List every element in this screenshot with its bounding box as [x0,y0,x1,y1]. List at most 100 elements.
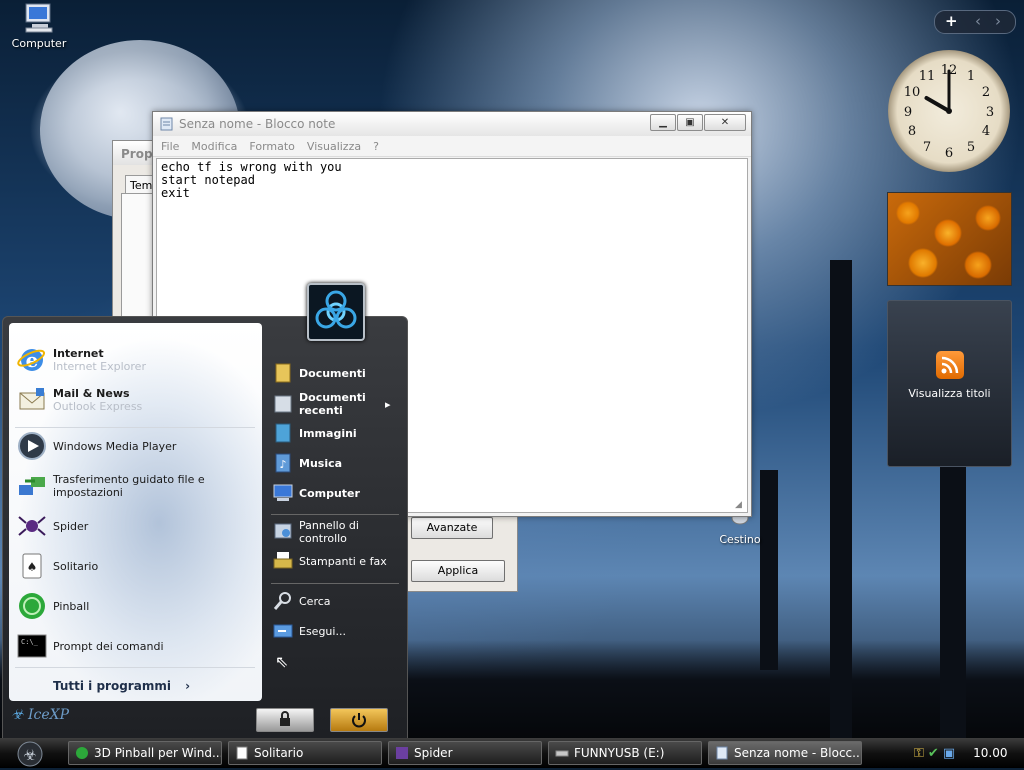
mouse-cursor-icon: ⇖ [275,652,289,671]
mail-icon [17,385,47,415]
clock-numeral: 1 [967,69,975,84]
recent-spider-label: Spider [53,519,89,533]
ie-icon: e [17,345,47,375]
notepad-title: Senza nome - Blocco note [179,117,336,131]
all-programs-separator [15,667,255,668]
slideshow-gadget-flowers-image[interactable] [887,192,1012,286]
system-printers[interactable]: Stampanti e fax [271,549,387,573]
menu-modifica[interactable]: Modifica [191,140,237,153]
properties-tab[interactable]: Tem [125,175,155,193]
pinned-separator [15,427,255,428]
tool-run[interactable]: Esegui... [271,619,346,643]
pinball-icon [76,747,88,759]
feed-headlines-gadget[interactable]: Visualizza titoli [887,300,1012,467]
spider-icon [17,511,47,541]
next-gadget-button[interactable]: › [995,12,1001,30]
place-documents[interactable]: Documenti [271,361,366,385]
taskbar-spider-label: Spider [414,746,453,760]
advanced-button[interactable]: Avanzate [411,517,493,539]
power-button[interactable] [330,708,388,732]
place-pictures[interactable]: Immagini [271,421,357,445]
add-gadget-button[interactable]: + [945,12,958,30]
menu-file[interactable]: File [161,140,179,153]
start-orb-icon: ☣ [17,741,43,767]
menu-visualizza[interactable]: Visualizza [307,140,361,153]
svg-text:♠: ♠ [27,560,38,574]
desktop-computer-icon[interactable]: Computer [10,2,68,50]
recent-media-player-label: Windows Media Player [53,439,177,453]
tool-search[interactable]: Cerca [271,589,331,613]
menu-formato[interactable]: Formato [249,140,295,153]
lock-icon [280,711,290,726]
svg-text:C:\_: C:\_ [21,638,39,646]
system-control-panel[interactable]: Pannello di controllo [271,519,381,545]
taskbar-button-solitaire[interactable]: Solitario [228,741,382,765]
clock-numeral: 7 [923,140,931,155]
pinned-internet[interactable]: e Internet Internet Explorer [17,345,146,375]
cmd-icon: C:\_ [17,631,47,661]
brand-logo: ☣ IceXP [11,707,69,723]
tray-safely-remove-icon[interactable]: ⚿ [914,746,924,761]
start-button[interactable]: ☣ [8,739,48,767]
usb-drive-icon [555,750,569,757]
maximize-icon: ▣ [685,117,695,128]
recent-transfer-wizard[interactable]: Trasferimento guidato file e impostazion… [17,471,262,501]
tray-clock[interactable]: 10.00 [973,746,1007,760]
search-icon [271,589,295,613]
system-control-panel-label: Pannello di controllo [299,519,359,545]
clock-hour-hand [924,96,951,113]
clock-numeral: 5 [967,140,975,155]
clock-numeral: 2 [982,85,990,100]
recent-cmd[interactable]: C:\_ Prompt dei comandi [17,631,164,661]
notepad-icon [160,117,173,131]
recent-transfer-wizard-label: Trasferimento guidato file e impostazion… [53,473,205,499]
minimize-button[interactable]: ▁ [650,114,676,131]
menu-help[interactable]: ? [373,140,379,153]
place-recent-documents-label: Documenti recenti [299,391,366,417]
tray-network-icon[interactable]: ▣ [943,746,955,761]
place-computer-label: Computer [299,486,360,500]
tree-trunk [940,460,966,740]
recent-cmd-label: Prompt dei comandi [53,639,164,653]
biohazard-logo-icon: ☣ [11,707,24,723]
apply-button[interactable]: Applica [411,560,505,582]
documents-icon [271,361,295,385]
taskbar-button-pinball[interactable]: 3D Pinball per Wind... [68,741,222,765]
taskbar-button-notepad[interactable]: Senza nome - Blocc... [708,741,862,765]
minimize-icon: ▁ [659,117,667,128]
taskbar-button-usb[interactable]: FUNNYUSB (E:) [548,741,702,765]
system-tray: ⚿ ✔ ▣ 10.00 [914,743,1024,763]
all-programs-button[interactable]: Tutti i programmi › [53,679,190,693]
pinned-mail-sub: Outlook Express [53,400,143,413]
notepad-titlebar[interactable]: Senza nome - Blocco note ▁ ▣ ✕ [153,112,751,136]
recent-solitaire[interactable]: ♠ Solitario [17,551,98,581]
recent-pinball[interactable]: Pinball [17,591,89,621]
prev-gadget-button[interactable]: ‹ [975,12,981,30]
recycle-bin-label: Cestino [719,533,761,546]
clock-center [946,108,952,114]
lock-button[interactable] [256,708,314,732]
recent-spider[interactable]: Spider [17,511,88,541]
pinned-internet-label: Internet [53,347,104,360]
tree-trunk [760,470,778,670]
pinned-mail[interactable]: Mail & News Outlook Express [17,385,142,415]
biohazard-icon [315,290,357,329]
submenu-arrow-icon: ▸ [385,397,391,411]
place-computer[interactable]: Computer [271,481,360,505]
user-picture[interactable] [307,283,365,341]
computer-icon [25,3,53,33]
recent-solitaire-label: Solitario [53,559,99,573]
recent-media-player[interactable]: Windows Media Player [17,431,176,461]
close-button[interactable]: ✕ [704,114,746,131]
printers-icon [271,549,295,573]
maximize-button[interactable]: ▣ [677,114,703,131]
desktop-computer-label: Computer [11,37,67,50]
taskbar-button-spider[interactable]: Spider [388,741,542,765]
taskbar: ☣ 3D Pinball per Wind... Solitario Spide… [0,738,1024,768]
pinball-icon [17,591,47,621]
tray-security-icon[interactable]: ✔ [928,746,939,761]
resize-grip-icon[interactable]: ◢ [735,500,747,512]
place-recent-documents[interactable]: Documenti recenti ▸ [271,391,395,417]
place-music[interactable]: ♪ Musica [271,451,342,475]
clock-gadget[interactable]: 12 1 2 3 4 5 6 7 8 9 10 11 [888,50,1010,172]
